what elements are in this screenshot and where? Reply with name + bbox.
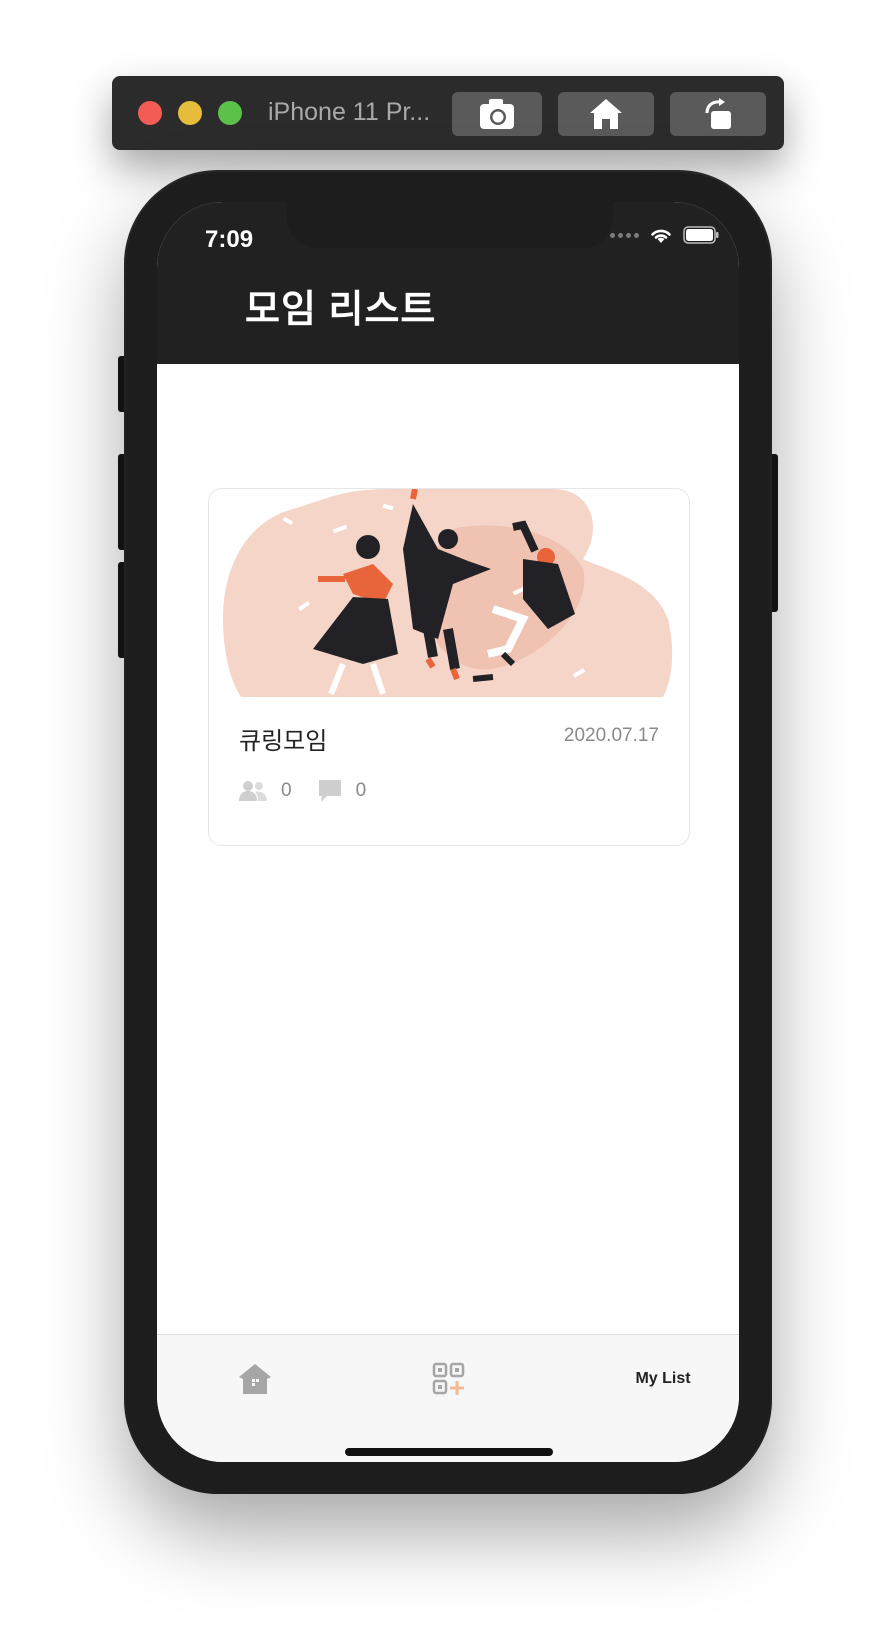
tab-home[interactable] (235, 1359, 275, 1399)
simulator-device-title: iPhone 11 Pr... (268, 98, 431, 126)
status-time: 7:09 (205, 226, 254, 253)
zoom-window-button[interactable] (218, 101, 242, 125)
meeting-stats: 0 0 (239, 779, 392, 803)
camera-icon (480, 99, 514, 129)
rotate-button[interactable] (670, 92, 766, 136)
home-indicator (345, 1448, 553, 1456)
meeting-date: 2020.07.17 (563, 725, 659, 746)
home-icon (590, 99, 622, 129)
meeting-title: 큐링모임 (239, 728, 328, 755)
page-title: 모임 리스트 (245, 289, 437, 331)
comments-stat: 0 (318, 779, 367, 803)
phone-screen: 7:09 모임 리스트 큐링모임 2020.07.17 0 0 My List (157, 202, 739, 1462)
comments-count: 0 (355, 780, 367, 801)
wifi-icon (651, 229, 671, 243)
notch (287, 202, 613, 248)
status-icons (610, 226, 719, 244)
bottom-tab-bar: My List (157, 1334, 739, 1462)
members-stat: 0 (239, 780, 292, 802)
dancing-people-illustration (223, 489, 673, 697)
home-icon (239, 1364, 271, 1394)
tab-my-list[interactable]: My List (613, 1359, 713, 1399)
qr-add-icon (432, 1362, 465, 1395)
members-count: 0 (281, 780, 292, 801)
close-window-button[interactable] (138, 101, 162, 125)
screenshot-button[interactable] (452, 92, 542, 136)
people-icon (239, 781, 267, 801)
tab-qr-add[interactable] (429, 1359, 469, 1399)
simulator-title-bar: iPhone 11 Pr... (112, 76, 784, 150)
battery-icon (683, 226, 719, 244)
minimize-window-button[interactable] (178, 101, 202, 125)
meeting-card[interactable]: 큐링모임 2020.07.17 0 0 (208, 488, 690, 846)
home-button[interactable] (558, 92, 654, 136)
signal-dots-icon (610, 232, 639, 238)
stage: iPhone 11 Pr... 7:09 모임 리스트 큐링모임 2020.07… (0, 0, 894, 1638)
rotate-icon (705, 98, 731, 129)
comment-icon (318, 780, 341, 802)
